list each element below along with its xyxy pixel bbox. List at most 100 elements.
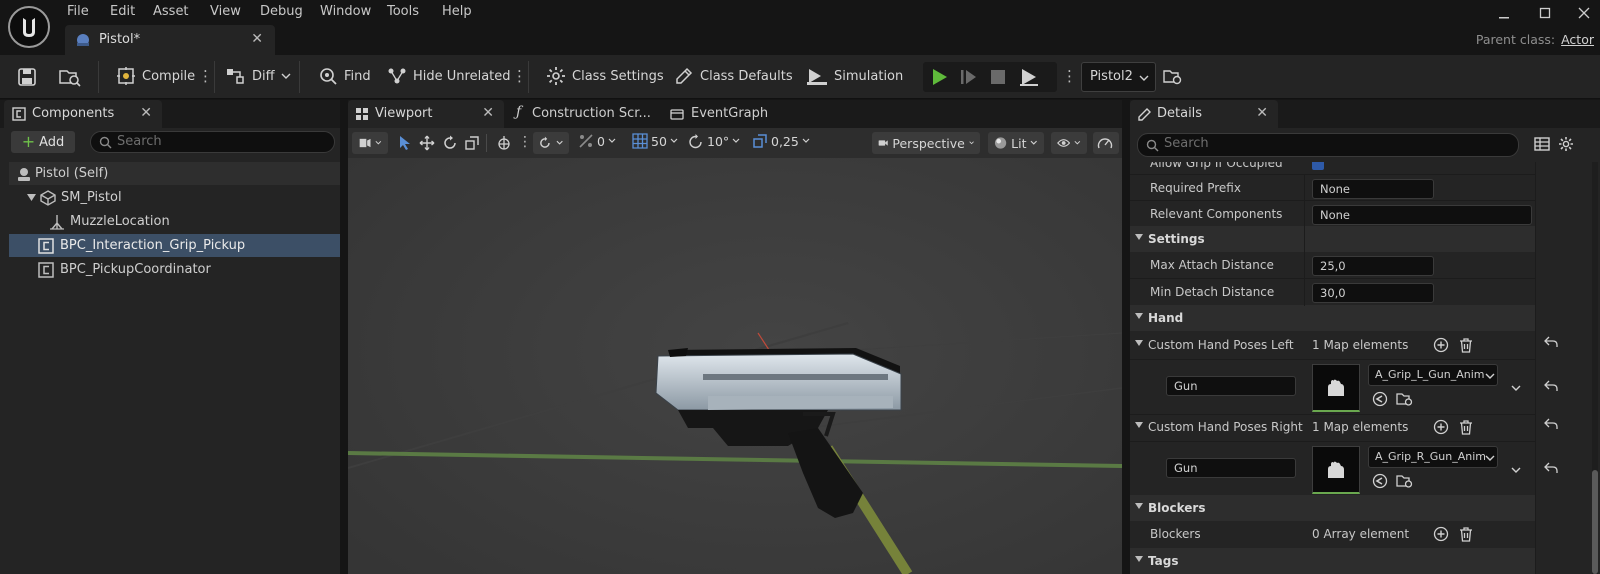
browse-instance-icon[interactable]	[1163, 68, 1183, 86]
class-settings-button[interactable]: Class Settings	[546, 66, 664, 86]
tree-item-sm-pistol[interactable]: SM_Pistol	[9, 186, 340, 209]
window-close-icon[interactable]	[1574, 3, 1594, 23]
performance-button[interactable]	[1093, 132, 1119, 154]
expand-chevron-icon[interactable]	[1511, 466, 1521, 474]
components-search-input[interactable]: Search	[90, 131, 335, 153]
add-component-button[interactable]: + Add	[11, 131, 75, 153]
close-icon[interactable]: ✕	[482, 105, 494, 121]
hand-poses-right-key-field[interactable]: Gun	[1166, 458, 1296, 478]
minimize-icon[interactable]	[1494, 3, 1514, 23]
parent-class-link[interactable]: Actor	[1561, 32, 1594, 47]
grid-snap-button[interactable]: 50	[632, 133, 678, 149]
save-icon[interactable]	[17, 67, 37, 87]
document-tab-pistol[interactable]: Pistol* ✕	[65, 25, 275, 55]
menu-debug[interactable]: Debug	[260, 4, 303, 19]
hand-poses-right-anim-select[interactable]: A_Grip_R_Gun_Anim	[1368, 446, 1498, 468]
unreal-logo-icon[interactable]	[8, 6, 50, 48]
tree-item-self[interactable]: Pistol (Self)	[9, 162, 340, 185]
surface-snapping-button[interactable]	[533, 132, 569, 154]
hand-section-header[interactable]: Hand	[1130, 305, 1535, 331]
transform-options-icon[interactable]: ⋮	[518, 134, 532, 150]
use-selected-asset-icon[interactable]	[1372, 473, 1388, 489]
reset-to-default-icon[interactable]	[1544, 336, 1558, 348]
add-element-icon[interactable]	[1433, 419, 1449, 435]
trash-icon[interactable]	[1458, 337, 1474, 353]
collapse-arrow-icon[interactable]	[1135, 340, 1143, 346]
viewport-scene[interactable]	[348, 128, 1122, 574]
reset-to-default-icon[interactable]	[1544, 418, 1558, 430]
trash-icon[interactable]	[1458, 526, 1474, 542]
close-icon[interactable]: ✕	[251, 31, 263, 47]
scale-mode-icon[interactable]	[464, 135, 480, 151]
menu-file[interactable]: File	[67, 4, 89, 19]
max-attach-distance-field[interactable]: 25,0	[1312, 256, 1434, 276]
step-forward-icon[interactable]	[960, 68, 978, 86]
class-defaults-button[interactable]: Class Defaults	[674, 66, 793, 86]
hand-poses-left-anim-select[interactable]: A_Grip_L_Gun_Anim	[1368, 364, 1498, 386]
expand-chevron-icon[interactable]	[1511, 384, 1521, 392]
details-search-input[interactable]: Search	[1137, 133, 1519, 157]
tab-components[interactable]: Components ✕	[4, 100, 162, 128]
tab-event-graph[interactable]: EventGraph	[662, 100, 782, 128]
scale-snap-button[interactable]: 0,25	[752, 133, 810, 149]
hide-unrelated-button[interactable]: Hide Unrelated	[387, 66, 511, 86]
viewport-options-button[interactable]	[352, 132, 388, 154]
close-icon[interactable]: ✕	[140, 105, 152, 121]
tab-viewport[interactable]: Viewport ✕	[348, 100, 504, 128]
tree-item-muzzle-location[interactable]: MuzzleLocation	[9, 210, 340, 233]
stop-icon[interactable]	[990, 69, 1006, 85]
menu-view[interactable]: View	[210, 4, 241, 19]
rotate-mode-icon[interactable]	[442, 135, 458, 151]
settings-section-header[interactable]: Settings	[1130, 226, 1535, 252]
close-icon[interactable]: ✕	[1256, 105, 1268, 121]
blockers-section-header[interactable]: Blockers	[1130, 495, 1535, 521]
anim-thumbnail[interactable]	[1312, 446, 1360, 494]
menu-help[interactable]: Help	[442, 4, 472, 19]
hand-poses-left-key-field[interactable]: Gun	[1166, 376, 1296, 396]
simulation-button[interactable]: Simulation	[806, 66, 903, 86]
tree-item-bpc-pickup-coordinator[interactable]: BPC_PickupCoordinator	[9, 258, 340, 281]
debug-instance-select[interactable]: Pistol2	[1081, 62, 1156, 92]
menu-window[interactable]: Window	[320, 4, 371, 19]
use-selected-asset-icon[interactable]	[1372, 391, 1388, 407]
play-options-icon[interactable]: ⋮	[1062, 68, 1077, 84]
eject-possess-icon[interactable]	[1018, 67, 1040, 87]
allow-grip-checkbox[interactable]	[1312, 162, 1324, 170]
trash-icon[interactable]	[1458, 419, 1474, 435]
menu-asset[interactable]: Asset	[153, 4, 189, 19]
find-button[interactable]: Find	[318, 66, 371, 86]
diff-button[interactable]: Diff	[226, 66, 291, 86]
reset-to-default-icon[interactable]	[1544, 462, 1558, 474]
lighting-mode-button[interactable]: Lit	[988, 132, 1044, 154]
required-prefix-field[interactable]: None	[1312, 179, 1434, 199]
column-divider[interactable]	[1304, 174, 1305, 306]
rotate-snap-button[interactable]: 10°	[688, 133, 740, 149]
expand-arrow-icon[interactable]	[27, 194, 36, 201]
browse-asset-icon[interactable]	[59, 67, 81, 87]
compile-button[interactable]: Compile	[116, 66, 195, 86]
tags-section-header[interactable]: Tags	[1130, 548, 1535, 574]
tab-details[interactable]: Details ✕	[1130, 100, 1278, 128]
select-mode-icon[interactable]	[398, 135, 412, 151]
add-element-icon[interactable]	[1433, 337, 1449, 353]
translate-snap-button[interactable]: 0	[578, 133, 616, 149]
gear-icon[interactable]	[1558, 136, 1574, 152]
details-scrollbar-track[interactable]	[1592, 162, 1598, 574]
reset-to-default-icon[interactable]	[1544, 380, 1558, 392]
relevant-components-field[interactable]: None	[1312, 205, 1532, 225]
play-icon[interactable]	[931, 68, 949, 86]
anim-thumbnail[interactable]	[1312, 364, 1360, 412]
show-flags-button[interactable]	[1051, 132, 1087, 154]
table-view-icon[interactable]	[1534, 137, 1550, 151]
view-mode-button[interactable]: Perspective	[872, 132, 980, 154]
menu-tools[interactable]: Tools	[387, 4, 419, 19]
coordinate-system-icon[interactable]	[496, 135, 512, 151]
browse-asset-icon[interactable]	[1396, 391, 1413, 407]
collapse-arrow-icon[interactable]	[1135, 422, 1143, 428]
details-scrollbar-thumb[interactable]	[1592, 470, 1598, 574]
add-element-icon[interactable]	[1433, 526, 1449, 542]
menu-edit[interactable]: Edit	[110, 4, 135, 19]
tab-construction-script[interactable]: ƒ Construction Scr...	[508, 100, 656, 128]
translate-mode-icon[interactable]	[419, 135, 435, 151]
tree-item-bpc-interaction-grip-pickup[interactable]: BPC_Interaction_Grip_Pickup	[9, 234, 340, 257]
